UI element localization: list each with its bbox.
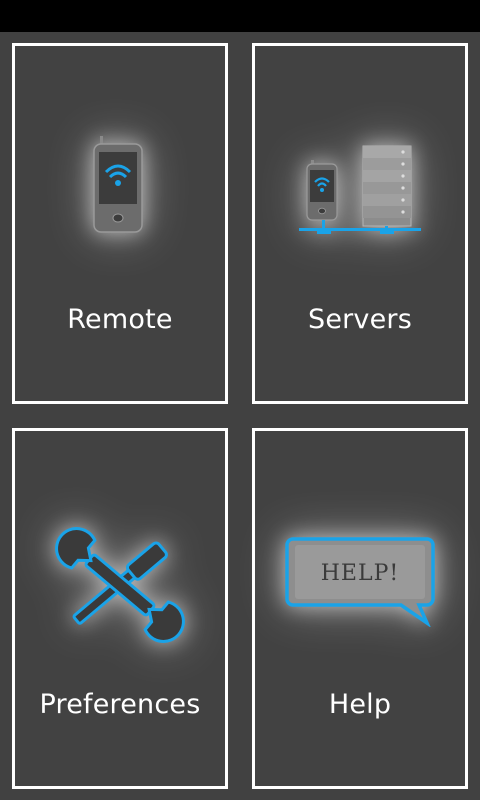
help-bubble-text: HELP! xyxy=(321,561,400,586)
remote-tile[interactable]: Remote xyxy=(12,43,228,404)
help-tile[interactable]: HELP! Help xyxy=(252,428,468,789)
remote-label: Remote xyxy=(67,304,173,335)
preferences-tile[interactable]: Preferences xyxy=(12,428,228,789)
wrench-screwdriver-icon xyxy=(55,527,185,643)
phone-wifi-icon xyxy=(93,136,143,233)
status-bar xyxy=(0,0,480,32)
servers-label: Servers xyxy=(307,304,412,335)
help-speech-bubble-icon: HELP! xyxy=(285,537,435,627)
help-label: Help xyxy=(328,689,392,720)
preferences-label: Preferences xyxy=(39,689,201,720)
servers-tile[interactable]: Servers xyxy=(252,43,468,404)
servers-network-icon xyxy=(299,145,421,234)
